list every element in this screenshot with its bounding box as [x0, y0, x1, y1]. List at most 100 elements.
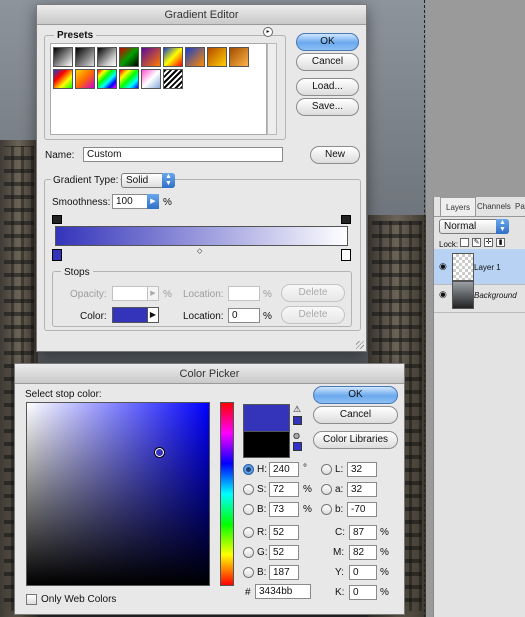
gradient-type-select[interactable]: Solid ▲ ▼ — [121, 173, 175, 188]
color-stop-left[interactable] — [52, 249, 62, 261]
new-button[interactable]: New — [310, 146, 360, 164]
opacity-location-field — [228, 286, 260, 301]
cyan-label: C: — [335, 527, 345, 538]
gradient-preview-bar[interactable] — [55, 226, 348, 246]
color-well[interactable] — [112, 307, 148, 323]
presets-menu-icon[interactable]: ▸ — [263, 27, 273, 37]
opacity-field — [112, 286, 148, 301]
color-field-cursor-icon — [155, 448, 164, 457]
slider-arrow-right-icon: ◁ — [235, 462, 241, 469]
brightness-field[interactable]: 73 — [269, 502, 299, 517]
tab-layers[interactable]: Layers — [440, 197, 477, 216]
hue-slider[interactable] — [220, 402, 234, 586]
blue-field[interactable]: 187 — [269, 565, 299, 580]
preset-swatch[interactable] — [53, 47, 73, 67]
preset-swatch[interactable] — [207, 47, 227, 67]
green-field[interactable]: 52 — [269, 545, 299, 560]
canvas-edge — [424, 0, 425, 617]
chevron-updown-icon: ▲ ▼ — [496, 219, 509, 234]
hex-field[interactable]: 3434bb — [255, 584, 311, 599]
preset-swatch[interactable] — [119, 69, 139, 89]
preset-swatch[interactable] — [119, 47, 139, 67]
color-delete-button: Delete — [281, 306, 345, 324]
eye-icon[interactable]: ◉ — [439, 289, 447, 300]
select-stop-color-label: Select stop color: — [25, 389, 102, 400]
preset-swatch[interactable] — [185, 47, 205, 67]
gamut-swatch[interactable] — [293, 416, 302, 425]
name-field[interactable]: Custom — [83, 147, 283, 162]
picker-cancel-button[interactable]: Cancel — [313, 406, 398, 424]
preset-swatch[interactable] — [163, 47, 183, 67]
lab-a-field[interactable]: 32 — [347, 482, 377, 497]
lock-move-icon[interactable]: ✛ — [484, 238, 493, 247]
lab-b-field[interactable]: -70 — [347, 502, 377, 517]
radio-red[interactable] — [243, 527, 254, 538]
preset-swatch[interactable] — [97, 69, 117, 89]
opacity-location-unit: % — [263, 289, 272, 300]
resize-grip-icon[interactable] — [356, 341, 364, 349]
color-field[interactable] — [26, 402, 210, 586]
preset-swatch[interactable] — [141, 47, 161, 67]
radio-lab-l[interactable] — [321, 464, 332, 475]
preset-swatch[interactable] — [53, 69, 73, 89]
magenta-label: M: — [333, 547, 345, 558]
smoothness-unit: % — [163, 197, 172, 208]
web-safe-cube-icon[interactable]: ◍ — [293, 431, 300, 440]
midpoint-diamond-icon[interactable]: ◇ — [197, 247, 202, 255]
web-safe-swatch[interactable] — [293, 442, 302, 451]
lock-paint-icon[interactable]: ✎ — [472, 238, 481, 247]
out-of-gamut-warning-icon[interactable]: ⚠ — [293, 404, 301, 415]
lab-a-label: a: — [335, 484, 344, 495]
radio-brightness[interactable] — [243, 504, 254, 515]
radio-lab-b[interactable] — [321, 504, 332, 515]
magenta-field[interactable]: 82 — [349, 545, 377, 560]
smoothness-field[interactable]: 100 — [112, 194, 148, 209]
radio-lab-a[interactable] — [321, 484, 332, 495]
hue-field[interactable]: 240 — [269, 462, 299, 477]
preset-swatch[interactable] — [97, 47, 117, 67]
preset-swatch[interactable] — [75, 69, 95, 89]
radio-saturation[interactable] — [243, 484, 254, 495]
radio-green[interactable] — [243, 547, 254, 558]
smoothness-stepper-icon[interactable]: ▶ — [147, 194, 159, 209]
yellow-field[interactable]: 0 — [349, 565, 377, 580]
stops-label: Stops — [61, 267, 93, 279]
blend-mode-select[interactable]: Normal ▲ ▼ — [439, 219, 509, 234]
red-field[interactable]: 52 — [269, 525, 299, 540]
radio-hue[interactable] — [243, 464, 254, 475]
gradient-editor-title: Gradient Editor — [164, 9, 239, 21]
cancel-button[interactable]: Cancel — [296, 53, 359, 71]
lab-l-field[interactable]: 32 — [347, 462, 377, 477]
preset-swatch[interactable] — [75, 47, 95, 67]
opacity-stop-right[interactable] — [341, 215, 351, 224]
current-color-swatch[interactable] — [243, 431, 290, 458]
radio-blue[interactable] — [243, 567, 254, 578]
tab-paths[interactable]: Pat — [510, 197, 525, 216]
ok-button[interactable]: OK — [296, 33, 359, 51]
load-button[interactable]: Load... — [296, 78, 359, 96]
color-location-label: Location: — [183, 311, 224, 322]
color-location-field[interactable]: 0 — [228, 308, 260, 323]
color-stop-right[interactable] — [341, 249, 351, 261]
blend-mode-value: Normal — [444, 221, 477, 232]
only-web-colors-checkbox[interactable] — [26, 594, 37, 605]
preset-swatch[interactable] — [229, 47, 249, 67]
presets-scrollbar[interactable] — [267, 43, 277, 135]
saturation-field[interactable]: 72 — [269, 482, 299, 497]
color-menu-icon[interactable]: ▶ — [147, 307, 159, 323]
save-button[interactable]: Save... — [296, 98, 359, 116]
black-field[interactable]: 0 — [349, 585, 377, 600]
preset-swatch[interactable] — [163, 69, 183, 89]
opacity-stop-left[interactable] — [52, 215, 62, 224]
preset-swatch[interactable] — [141, 69, 161, 89]
cyan-field[interactable]: 87 — [349, 525, 377, 540]
color-libraries-button[interactable]: Color Libraries — [313, 431, 398, 449]
lock-transparent-icon[interactable] — [460, 238, 469, 247]
eye-icon[interactable]: ◉ — [439, 261, 447, 272]
layer-row-background[interactable]: ◉ Background — [434, 277, 525, 313]
picker-ok-button[interactable]: OK — [313, 386, 398, 404]
green-label: G: — [257, 547, 268, 558]
lock-all-icon[interactable]: ▮ — [496, 238, 505, 247]
color-location-unit: % — [263, 311, 272, 322]
blue-label: B: — [257, 567, 267, 578]
